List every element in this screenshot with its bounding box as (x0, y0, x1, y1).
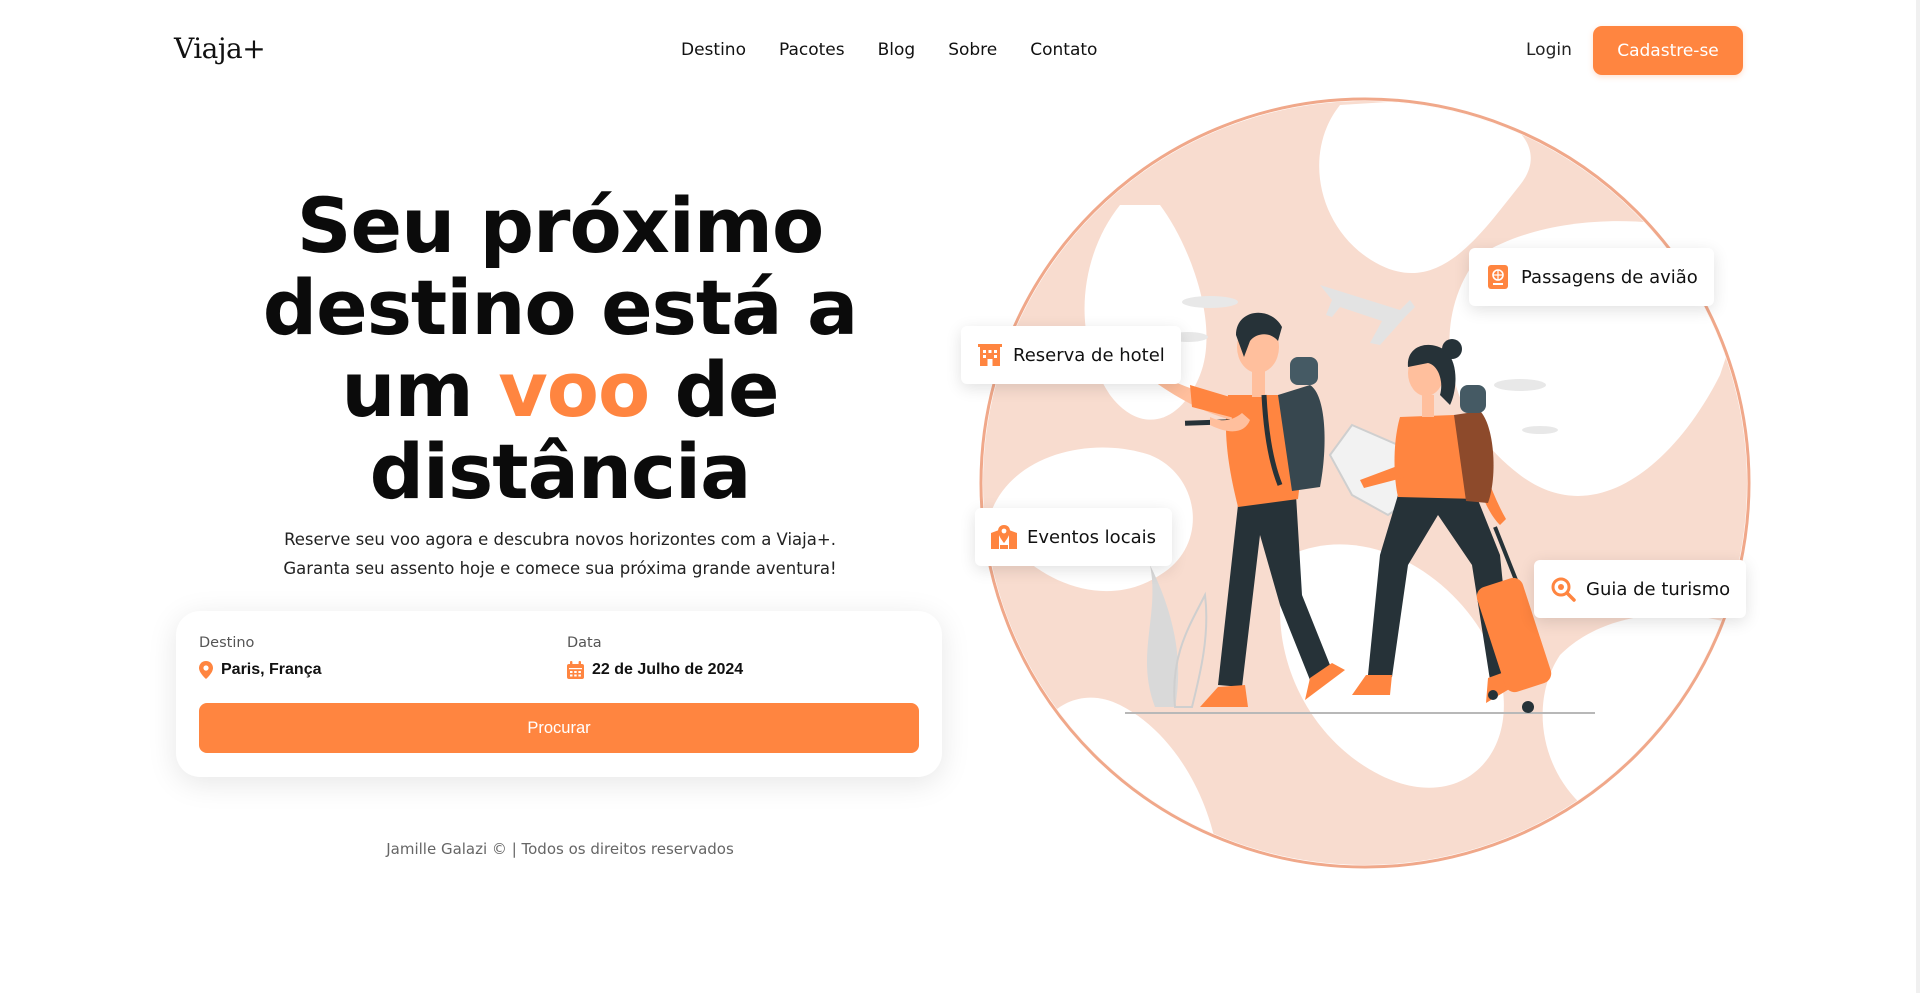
date-value: 22 de Julho de 2024 (592, 661, 744, 678)
destination-field[interactable]: Destino Paris, França (199, 635, 322, 679)
destination-label: Destino (199, 635, 255, 651)
tour-guide-badge[interactable]: Guia de turismo (1534, 560, 1747, 618)
hero-subtitle-line2: Garanta seu assento hoje e comece sua pr… (283, 559, 837, 578)
main-nav: Destino Pacotes Blog Sobre Contato (681, 40, 1130, 60)
date-field[interactable]: Data 22 de Julho de 2024 (567, 635, 743, 679)
hotel-booking-badge[interactable]: Reserva de hotel (961, 326, 1181, 384)
travel-illustration: Reserva de hotel Passagens de avião Even… (960, 95, 1760, 885)
nav-item-destino[interactable]: Destino (681, 40, 746, 60)
flight-tickets-badge[interactable]: Passagens de avião (1469, 248, 1714, 306)
page-scrollbar[interactable] (1916, 0, 1920, 993)
map-pin-icon (991, 524, 1017, 550)
hero-subtitle-line1: Reserve seu voo agora e descubra novos h… (284, 530, 836, 549)
footer-copyright: Jamille Galazi © | Todos os direitos res… (386, 840, 734, 858)
nav-item-contato[interactable]: Contato (1030, 40, 1097, 60)
signup-button[interactable]: Cadastre-se (1593, 26, 1743, 75)
date-value-row: 22 de Julho de 2024 (567, 661, 743, 679)
nav-item-pacotes[interactable]: Pacotes (779, 40, 845, 60)
passport-icon (1485, 264, 1511, 290)
globe-travelers-image (979, 97, 1751, 869)
nav-item-blog[interactable]: Blog (878, 40, 916, 60)
hotel-booking-label: Reserva de hotel (1013, 344, 1165, 366)
destination-value-row: Paris, França (199, 661, 322, 679)
hero-subtitle: Reserve seu voo agora e descubra novos h… (250, 525, 870, 583)
login-link[interactable]: Login (1526, 40, 1572, 60)
hero-title: Seu próximo destino está a um voo de dis… (250, 185, 870, 513)
calendar-icon (567, 661, 584, 679)
date-label: Data (567, 635, 602, 651)
logo[interactable]: Viaja+ (174, 32, 266, 65)
location-search-icon (1550, 576, 1576, 602)
flight-tickets-label: Passagens de avião (1521, 266, 1698, 288)
nav-item-sobre[interactable]: Sobre (948, 40, 997, 60)
search-card: Destino Paris, França Data 22 de Julho d… (176, 611, 942, 777)
hero-title-accent: voo (498, 345, 650, 434)
search-button[interactable]: Procurar (199, 703, 919, 753)
tour-guide-label: Guia de turismo (1586, 578, 1731, 600)
location-pin-icon (199, 661, 213, 679)
local-events-badge[interactable]: Eventos locais (975, 508, 1172, 566)
destination-value: Paris, França (221, 661, 322, 678)
hotel-icon (977, 342, 1003, 368)
local-events-label: Eventos locais (1027, 526, 1156, 548)
